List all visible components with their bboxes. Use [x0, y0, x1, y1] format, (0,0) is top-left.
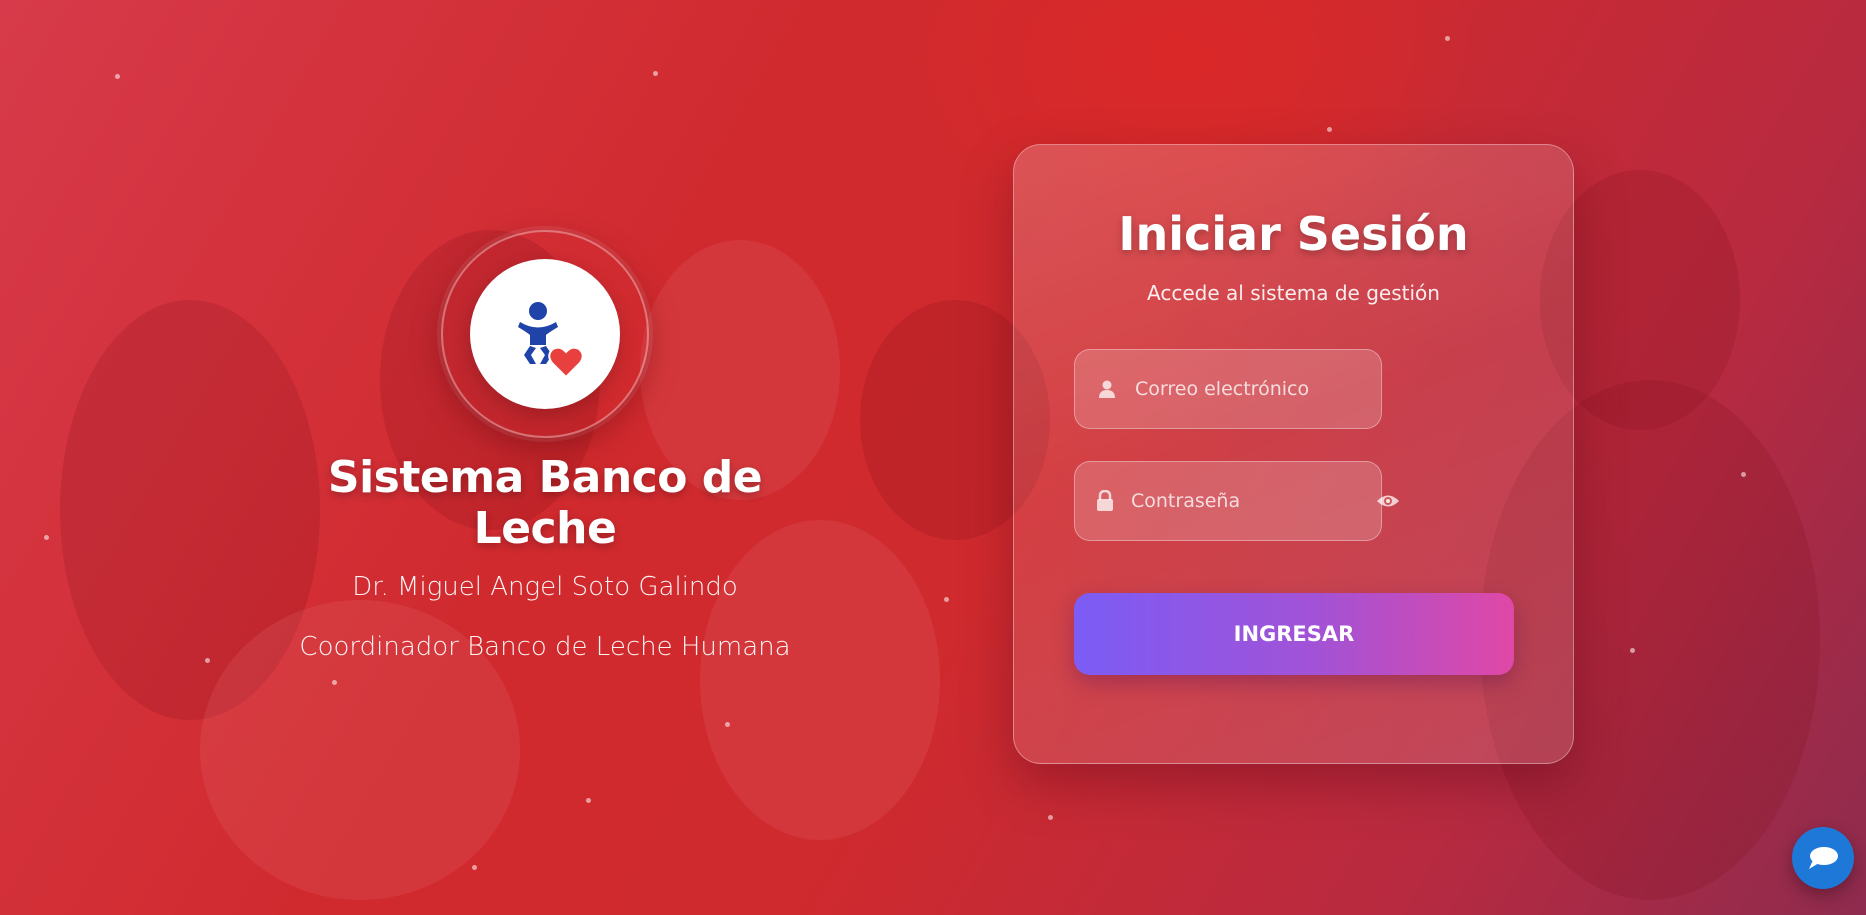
logo-ring: [441, 230, 649, 438]
user-icon: [1095, 377, 1119, 401]
brand-section: Sistema Banco de Leche Dr. Miguel Angel …: [270, 230, 820, 662]
login-button[interactable]: INGRESAR: [1074, 593, 1514, 675]
eye-icon[interactable]: [1376, 491, 1400, 511]
baby-heart-icon: [518, 302, 584, 379]
coordinator-name: Dr. Miguel Angel Soto Galindo: [352, 572, 738, 602]
chat-button[interactable]: [1792, 827, 1854, 889]
login-title: Iniciar Sesión: [1118, 207, 1469, 261]
login-card: Iniciar Sesión Accede al sistema de gest…: [1013, 144, 1574, 764]
brand-title: Sistema Banco de Leche: [327, 452, 763, 554]
lock-icon: [1095, 489, 1115, 513]
password-field-container[interactable]: [1074, 461, 1399, 541]
logo: [470, 259, 620, 409]
chat-bubble-icon: [1809, 847, 1838, 869]
email-field-container[interactable]: [1074, 349, 1382, 429]
coordinator-role: Coordinador Banco de Leche Humana: [299, 632, 791, 662]
login-subtitle: Accede al sistema de gestión: [1147, 281, 1440, 305]
email-input[interactable]: [1133, 377, 1381, 401]
password-input[interactable]: [1129, 489, 1376, 513]
